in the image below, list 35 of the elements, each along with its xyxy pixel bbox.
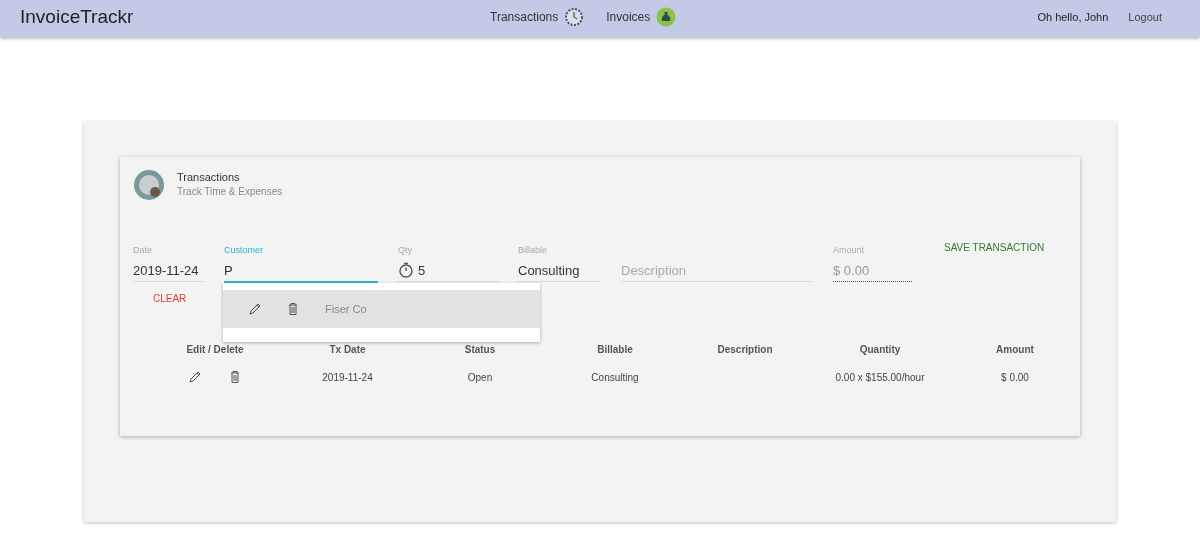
clock-icon <box>564 6 585 27</box>
logo-icon <box>133 169 165 201</box>
edit-icon[interactable] <box>187 369 203 385</box>
table-cell: 2019-11-24 <box>322 371 373 383</box>
column-header: Billable <box>597 344 633 355</box>
column-header: Quantity <box>859 344 901 355</box>
field-label: Date <box>133 245 153 257</box>
table-cell: Open <box>467 371 493 383</box>
field-label: Qty <box>398 245 413 257</box>
field-label: Amount <box>833 245 866 257</box>
card-subtitle: Track Time & Expenses <box>177 186 283 197</box>
nav-link[interactable]: Invoices <box>606 6 677 27</box>
column-header: Tx Date <box>329 344 366 355</box>
input-field[interactable]: 2019-11-24 <box>133 259 204 282</box>
logout-link[interactable]: Logout <box>1128 10 1162 23</box>
field-label: Customer <box>224 245 264 257</box>
column-header: Amount <box>996 344 1034 355</box>
app-title: InvoiceTrackr <box>20 5 135 28</box>
table-cell: $ 0.00 <box>1001 371 1029 383</box>
column-header: Status <box>464 344 496 355</box>
field-label: Billable <box>518 245 549 257</box>
stopwatch-icon <box>398 262 414 278</box>
column-header: Description <box>717 344 773 355</box>
edit-icon[interactable] <box>247 301 263 317</box>
input-field[interactable]: Consulting <box>518 259 601 282</box>
save-transaction-button[interactable]: SAVE TRANSACTION <box>944 239 1045 255</box>
money-bag-icon <box>656 6 677 27</box>
column-header: Edit / Delete <box>186 344 244 355</box>
table-cell: 0.00 x $155.00/hour <box>835 371 925 383</box>
card-title: Transactions <box>177 171 241 183</box>
clear-button[interactable]: CLEAR <box>133 289 207 308</box>
quantity-field[interactable]: 5 <box>398 259 498 282</box>
greeting-text: Oh hello, John <box>1037 10 1109 23</box>
nav-link[interactable]: Transactions <box>490 6 585 27</box>
table-cell: Consulting <box>591 371 639 383</box>
